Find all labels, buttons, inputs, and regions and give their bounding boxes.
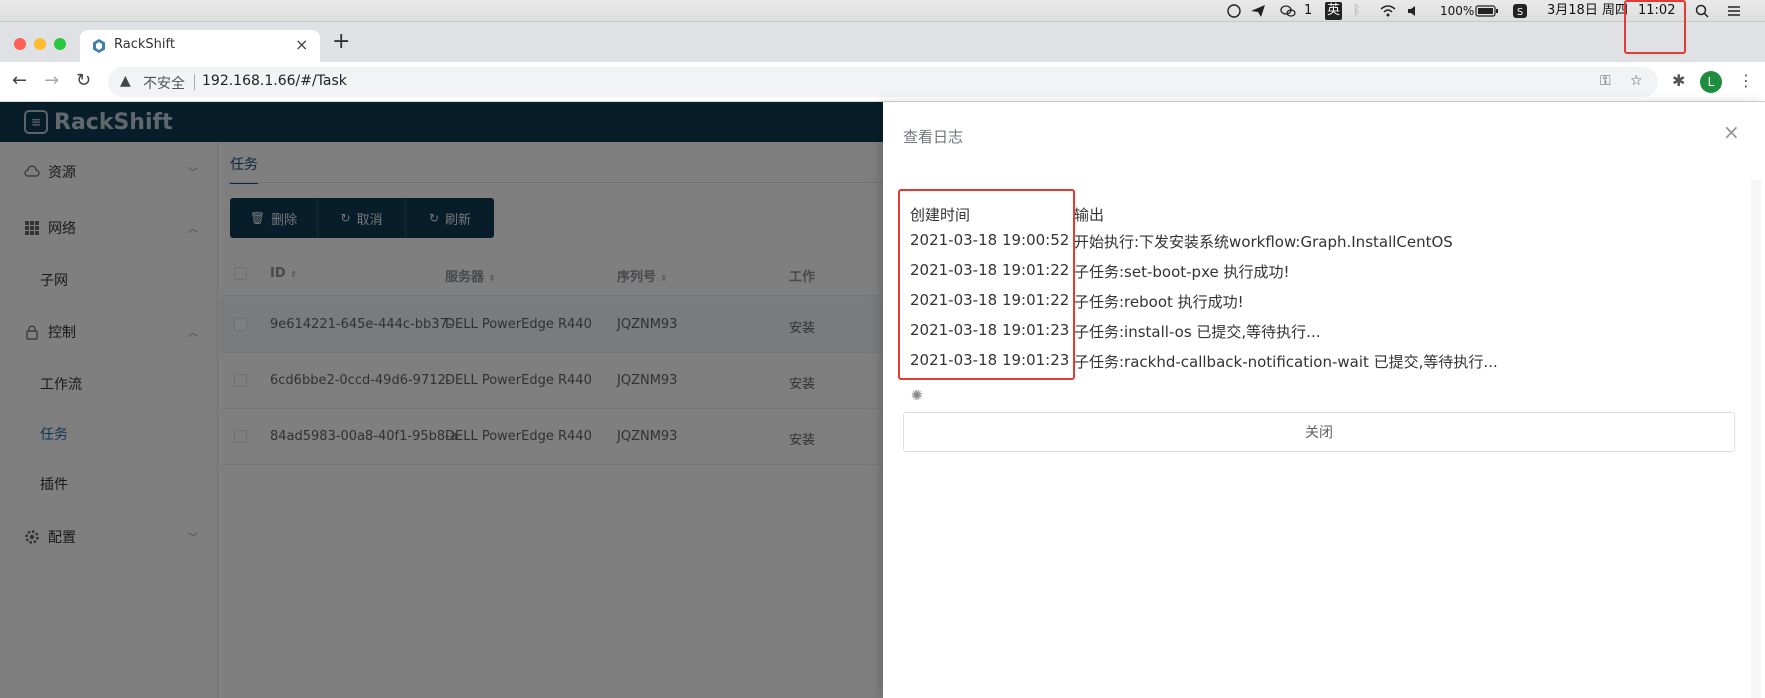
battery-percent: 100% (1440, 4, 1475, 18)
url-text[interactable]: 192.168.1.66/#/Task (202, 73, 347, 89)
battery-icon[interactable] (1475, 3, 1499, 19)
log-output: 子任务:install-os 已提交,等待执行... (1074, 323, 1321, 341)
window-zoom-button[interactable] (54, 38, 66, 50)
new-tab-button[interactable]: + (332, 31, 350, 53)
app-s-icon[interactable]: S (1512, 3, 1528, 19)
loading-spinner-icon: ✺ (911, 388, 923, 404)
spotlight-search-icon[interactable] (1694, 3, 1710, 19)
ime-indicator[interactable]: 英 (1325, 2, 1343, 20)
paper-plane-icon[interactable] (1250, 3, 1266, 19)
highlight-box-log-times (898, 189, 1075, 380)
wechat-badge: 1 (1304, 3, 1313, 18)
wifi-icon[interactable] (1380, 3, 1396, 19)
chat-bubble-icon[interactable] (1226, 3, 1242, 19)
control-center-icon[interactable] (1726, 3, 1742, 19)
address-separator (194, 74, 195, 90)
insecure-label[interactable]: 不安全 (143, 73, 185, 93)
close-icon[interactable]: × (1723, 120, 1740, 144)
volume-icon[interactable] (1406, 3, 1422, 19)
browser-tab-bar: RackShift × + (0, 22, 1765, 62)
drawer-scrollbar[interactable] (1751, 180, 1761, 698)
profile-avatar[interactable]: L (1700, 71, 1722, 93)
log-output: 开始执行:下发安装系统workflow:Graph.InstallCentOS (1074, 233, 1453, 251)
drawer-title: 查看日志 (903, 128, 964, 146)
highlight-box-clock (1624, 0, 1686, 54)
extensions-puzzle-icon[interactable]: ✱ (1672, 71, 1685, 90)
close-button[interactable]: 关闭 (903, 412, 1735, 452)
address-bar[interactable]: ▲ 不安全 192.168.1.66/#/Task ⚿ ☆ (108, 67, 1658, 97)
log-output: 子任务:reboot 执行成功! (1074, 293, 1244, 311)
macos-menu-bar: 1 英 ᛒ 100% S 3月18日 周四 11:02 (0, 0, 1765, 22)
modal-backdrop[interactable] (0, 102, 883, 698)
rackshift-app: ≡ RackShift 资源 ﹀ 网络 ︿ 子网 控制 ︿ 工作流 任务 插件 … (0, 102, 1765, 698)
browser-toolbar: ← → ↻ ▲ 不安全 192.168.1.66/#/Task ⚿ ☆ ✱ L … (0, 62, 1765, 102)
warning-icon: ▲ (120, 73, 131, 89)
tab-title: RackShift (114, 37, 175, 52)
menubar-date: 3月18日 周四 (1547, 3, 1628, 18)
tab-close-icon[interactable]: × (295, 35, 308, 54)
log-output: 子任务:set-boot-pxe 执行成功! (1074, 263, 1290, 281)
key-icon[interactable]: ⚿ (1600, 73, 1611, 89)
bluetooth-icon[interactable]: ᛒ (1353, 2, 1361, 20)
window-minimize-button[interactable] (34, 38, 46, 50)
log-drawer: 查看日志 × 创建时间 输出 2021-03-18 19:00:52 开始执行:… (883, 102, 1765, 698)
browser-tab-rackshift[interactable]: RackShift × (80, 30, 320, 62)
bookmark-star-icon[interactable]: ☆ (1630, 73, 1643, 89)
reload-icon[interactable]: ↻ (76, 70, 91, 92)
wechat-icon[interactable] (1280, 3, 1296, 19)
window-close-button[interactable] (14, 38, 26, 50)
rackshift-favicon-icon (93, 39, 105, 53)
log-output: 子任务:rackhd-callback-notification-wait 已提… (1074, 353, 1498, 371)
browser-menu-icon[interactable]: ⋮ (1738, 71, 1754, 90)
log-header-output: 输出 (1074, 206, 1105, 224)
forward-arrow-icon[interactable]: → (44, 70, 59, 92)
back-arrow-icon[interactable]: ← (12, 70, 27, 92)
svg-text:S: S (1517, 7, 1523, 18)
